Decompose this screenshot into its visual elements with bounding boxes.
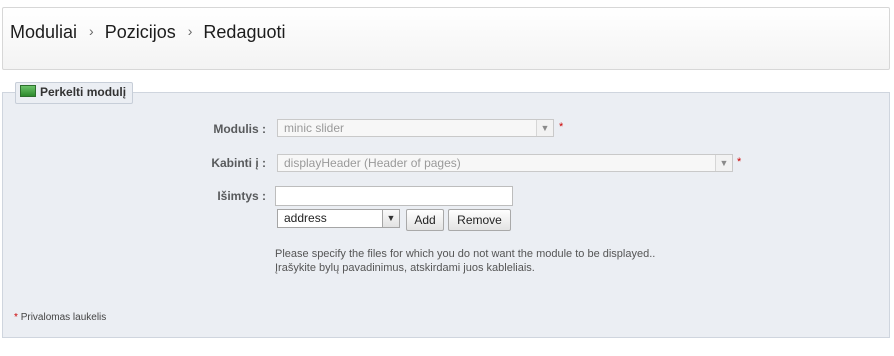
add-button[interactable]: Add <box>406 209 444 231</box>
remove-button[interactable]: Remove <box>448 209 511 231</box>
exceptions-label: Išimtys : <box>217 189 266 203</box>
module-select[interactable]: minic slider ▼ <box>277 119 554 137</box>
help-text-line-1: Please specify the files for which you d… <box>275 248 656 260</box>
file-select-value: address <box>284 211 327 225</box>
breadcrumb-item-edit: Redaguoti <box>203 21 286 42</box>
breadcrumb: Moduliai › Pozicijos › Redaguoti <box>10 21 286 43</box>
required-star: * <box>14 312 18 323</box>
panel-legend-label: Perkelti modulį <box>40 85 127 99</box>
required-field-note: * Privalomas laukelis <box>14 312 106 323</box>
panel-legend: Perkelti modulį <box>15 82 134 104</box>
hook-select-value: displayHeader (Header of pages) <box>284 156 461 170</box>
required-mark: * <box>737 156 742 168</box>
breadcrumb-item-positions[interactable]: Pozicijos <box>105 22 176 42</box>
exceptions-input[interactable] <box>275 186 513 206</box>
module-label: Modulis : <box>213 122 266 136</box>
hook-select[interactable]: displayHeader (Header of pages) ▼ <box>277 154 733 172</box>
chevron-right-icon: › <box>187 23 193 40</box>
chevron-down-icon: ▼ <box>536 120 553 136</box>
chevron-right-icon: › <box>89 23 94 40</box>
chevron-down-icon: ▼ <box>715 155 732 171</box>
breadcrumb-item-modules[interactable]: Moduliai <box>10 22 77 42</box>
chevron-down-icon: ▼ <box>382 210 399 227</box>
required-mark: * <box>559 121 564 133</box>
hook-label: Kabinti į : <box>211 156 266 170</box>
required-field-note-text: Privalomas laukelis <box>20 312 107 323</box>
help-text-line-2: Įrašykite bylų pavadinimus, atskirdami j… <box>275 262 535 274</box>
file-select[interactable]: address ▼ <box>277 209 400 228</box>
module-icon <box>20 85 36 97</box>
module-select-value: minic slider <box>284 121 345 135</box>
